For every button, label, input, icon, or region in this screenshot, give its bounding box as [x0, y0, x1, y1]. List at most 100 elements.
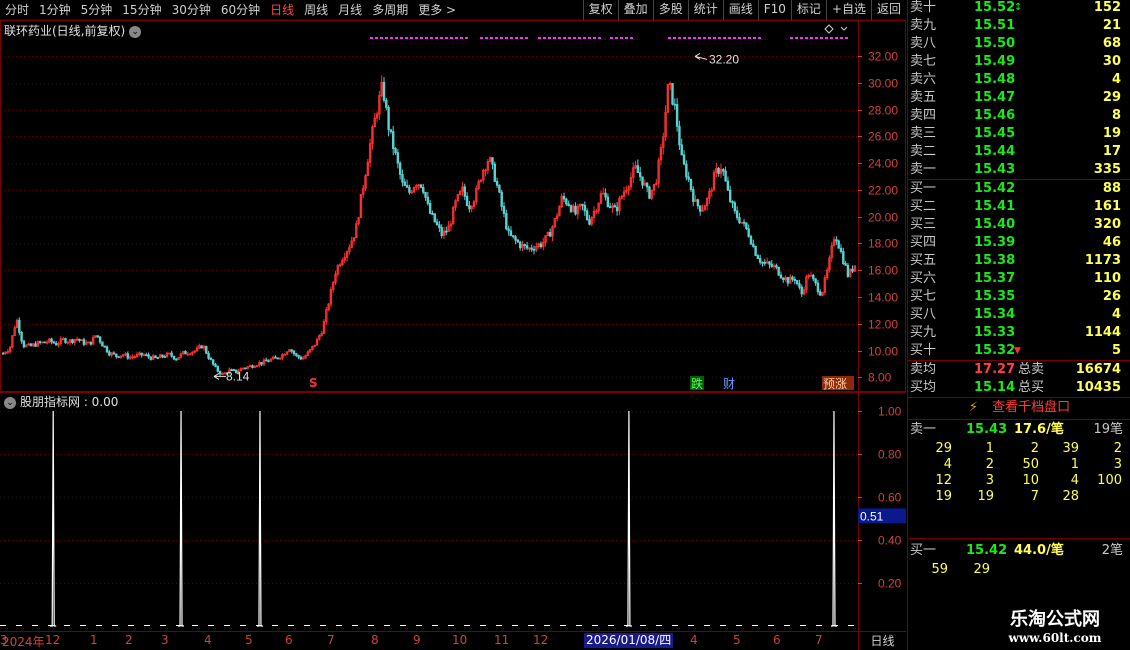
candle-body: [835, 239, 838, 242]
y-tick-label: 0.40: [878, 534, 902, 548]
sell-signal-marker: S: [309, 376, 318, 390]
ask-price: 15.49: [974, 54, 1016, 69]
candle-body: [514, 236, 517, 241]
ask-row[interactable]: 卖二 15.44 17: [908, 143, 1130, 161]
signal-dot: [713, 37, 716, 39]
buy1-count: 2笔: [1101, 543, 1123, 558]
candle-body: [761, 261, 764, 264]
candle-body: [581, 203, 584, 206]
sell1-order-size: 10: [1022, 473, 1039, 488]
indicator-spike: [830, 410, 837, 627]
ask-row[interactable]: 卖八 15.50 68: [908, 35, 1130, 53]
candle-body: [419, 184, 423, 188]
ask-row[interactable]: 卖六 15.48 4: [908, 71, 1130, 89]
candle-body: [34, 343, 37, 347]
candle-body: [842, 251, 845, 264]
signal-dot: [410, 37, 413, 39]
chart-area[interactable]: 32.00 30.00 28.00 26.00 24.00 22.00 20.00 18.00…: [0, 0, 906, 631]
signal-dot: [440, 37, 443, 39]
candle-body: [698, 205, 702, 212]
candle-body: [292, 350, 296, 355]
ask-level-label: 卖四: [910, 108, 937, 123]
ask-volume: 19: [1102, 126, 1121, 141]
candle-body: [722, 169, 725, 172]
signal-dot: [445, 37, 448, 39]
signal-dot: [790, 37, 793, 39]
signal-dot: [455, 37, 458, 39]
candle-body: [43, 341, 46, 344]
bid-volume: 26: [1102, 289, 1121, 304]
indicator-name-label: 股朋指标网 : 0.00: [20, 395, 119, 409]
ask-row[interactable]: 卖九 15.51 21: [908, 17, 1130, 35]
lightning-icon: ⚡: [968, 400, 979, 415]
candle-body: [29, 343, 33, 347]
signal-dot: [845, 37, 848, 39]
candle-body: [689, 178, 693, 190]
indicator-spike: [50, 410, 57, 627]
y-tick-label: 0.80: [878, 448, 902, 462]
ask-row[interactable]: 卖三 15.45 19: [908, 125, 1130, 143]
bid-row[interactable]: 买十 15.32 ▼ 5: [908, 342, 1130, 360]
buy1-size: 44.0/笔: [1014, 543, 1064, 558]
candle-body: [445, 230, 448, 233]
candle-body: [71, 339, 74, 343]
candle-body: [426, 196, 430, 204]
candle-body: [115, 353, 118, 357]
candle-body: [18, 319, 21, 333]
chevron-down-icon[interactable]: ⌄: [129, 25, 142, 38]
date-tick-label: 9: [413, 633, 421, 647]
bid-row[interactable]: 买五 15.38 1173: [908, 252, 1130, 270]
bid-level-label: 买九: [910, 325, 937, 340]
view-depth-label: 查看千档盘口: [992, 400, 1071, 415]
candle-body: [431, 213, 434, 215]
y-tick-label: 14.00: [868, 291, 898, 305]
candle-body: [149, 356, 153, 360]
bid-row[interactable]: 买二 15.41 161: [908, 198, 1130, 216]
candle-body: [673, 103, 677, 106]
bid-row[interactable]: 买八 15.34 4: [908, 306, 1130, 324]
signal-dot: [548, 37, 551, 39]
signal-dot: [630, 37, 633, 39]
signal-dot: [515, 37, 518, 39]
candle-body: [422, 186, 425, 193]
ask-level-label: 卖五: [910, 90, 937, 105]
ask-level-label: 卖十: [910, 0, 937, 15]
candle-body: [89, 341, 93, 345]
candle-body: [205, 346, 208, 354]
signal-dot: [400, 37, 403, 39]
sell1-order-size: 1: [985, 441, 994, 456]
yuzhang-marker: 预涨: [823, 376, 847, 391]
candle-body: [588, 219, 591, 225]
candle-body: [516, 239, 520, 243]
signal-dot: [678, 37, 681, 39]
ask-level-label: 卖九: [910, 18, 937, 33]
ask-row[interactable]: 卖五 15.47 29: [908, 89, 1130, 107]
signal-dot: [538, 37, 541, 39]
chevron-down-icon[interactable]: ⌄: [4, 396, 16, 409]
bid-level-label: 买五: [910, 253, 937, 268]
bid-row[interactable]: 买九 15.33 1144: [908, 324, 1130, 342]
ask-row[interactable]: 卖十 15.52 ↕ 152: [908, 0, 1130, 17]
bid-row[interactable]: 买七 15.35 26: [908, 288, 1130, 306]
bid-row[interactable]: 买三 15.40 320: [908, 216, 1130, 234]
bid-level-label: 买一: [910, 181, 937, 196]
bid-row[interactable]: 买六 15.37 110: [908, 270, 1130, 288]
ask-row[interactable]: 卖七 15.49 30: [908, 53, 1130, 71]
ask-price: 15.45: [974, 126, 1016, 141]
candle-body: [267, 360, 270, 363]
y-tick-label: 1.00: [878, 405, 902, 419]
bid-row[interactable]: 买四 15.39 46: [908, 234, 1130, 252]
depth-divider: [908, 419, 1130, 420]
candle-body: [779, 274, 783, 279]
candle-body: [726, 180, 730, 191]
ask-row[interactable]: 卖四 15.46 8: [908, 107, 1130, 125]
signal-dot: [370, 37, 373, 39]
buy1-order-size: 59: [931, 562, 948, 577]
bid-volume: 46: [1102, 235, 1121, 250]
candle-body: [729, 189, 732, 202]
ask-row[interactable]: 卖一 15.43 335: [908, 161, 1130, 179]
candle-body: [251, 365, 254, 368]
bid-row[interactable]: 买一 15.42 88: [908, 180, 1130, 198]
signal-dot: [480, 37, 483, 39]
view-depth-button[interactable]: ⚡ 查看千档盘口: [908, 398, 1130, 418]
